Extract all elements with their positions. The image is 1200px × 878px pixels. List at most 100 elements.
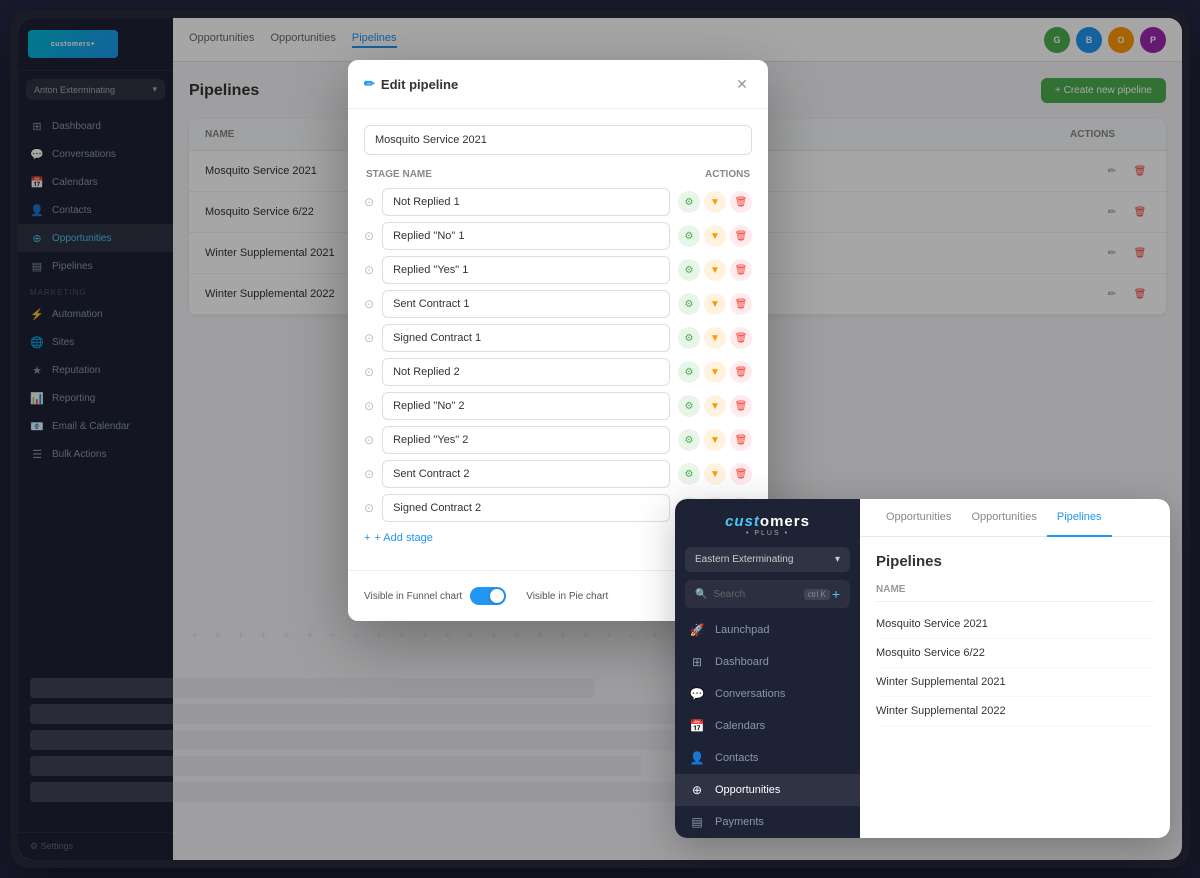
fg-tab-pipelines[interactable]: Pipelines bbox=[1047, 499, 1112, 537]
stage-action-btn-1[interactable]: ⚙ bbox=[678, 191, 700, 213]
stage-action-btn-7[interactable]: ⚙ bbox=[678, 395, 700, 417]
drag-handle-6[interactable]: ⊙ bbox=[364, 365, 374, 379]
funnel-toggle-group: Visible in Funnel chart bbox=[364, 587, 506, 605]
fg-sidebar-item-payments[interactable]: ▤ Payments bbox=[675, 806, 860, 838]
drag-handle-7[interactable]: ⊙ bbox=[364, 399, 374, 413]
fg-table-row-3: Winter Supplemental 2021 bbox=[876, 668, 1154, 697]
fg-table-row-2: Mosquito Service 6/22 bbox=[876, 639, 1154, 668]
stage-delete-btn-2[interactable]: 🗑 bbox=[730, 225, 752, 247]
stage-filter-btn-9[interactable]: ▼ bbox=[704, 463, 726, 485]
fg-dashboard-icon: ⊞ bbox=[689, 655, 705, 669]
funnel-toggle[interactable] bbox=[470, 587, 506, 605]
stage-action-btn-6[interactable]: ⚙ bbox=[678, 361, 700, 383]
modal-title: ✏ Edit pipeline bbox=[364, 76, 458, 92]
add-stage-label: + Add stage bbox=[374, 532, 432, 544]
stage-row-6: ⊙ ⚙ ▼ 🗑 bbox=[364, 358, 752, 386]
fg-sidebar-item-opportunities[interactable]: ⊕ Opportunities bbox=[675, 774, 860, 806]
stage-row-5: ⊙ ⚙ ▼ 🗑 bbox=[364, 324, 752, 352]
fg-sidebar-item-launchpad[interactable]: 🚀 Launchpad bbox=[675, 614, 860, 646]
fg-add-icon[interactable]: + bbox=[832, 586, 840, 602]
fg-panels: customers • PLUS • Eastern Exterminating… bbox=[675, 499, 1170, 838]
stage-filter-btn-5[interactable]: ▼ bbox=[704, 327, 726, 349]
stage-delete-btn-1[interactable]: 🗑 bbox=[730, 191, 752, 213]
outer-frame: customers+ Anton Exterminating ▾ ⊞ Dashb… bbox=[10, 10, 1190, 868]
stage-input-3[interactable] bbox=[382, 256, 670, 284]
drag-handle-1[interactable]: ⊙ bbox=[364, 195, 374, 209]
fg-label-opportunities: Opportunities bbox=[715, 784, 780, 796]
fg-sidebar-item-calendars[interactable]: 📅 Calendars bbox=[675, 710, 860, 742]
fg-label-calendars: Calendars bbox=[715, 720, 765, 732]
drag-handle-10[interactable]: ⊙ bbox=[364, 501, 374, 515]
stage-actions-1: ⚙ ▼ 🗑 bbox=[678, 191, 752, 213]
drag-handle-4[interactable]: ⊙ bbox=[364, 297, 374, 311]
stage-row-1: ⊙ ⚙ ▼ 🗑 bbox=[364, 188, 752, 216]
edit-icon: ✏ bbox=[364, 76, 375, 92]
stage-delete-btn-5[interactable]: 🗑 bbox=[730, 327, 752, 349]
stage-action-btn-4[interactable]: ⚙ bbox=[678, 293, 700, 315]
fg-contacts-icon: 👤 bbox=[689, 751, 705, 765]
stage-delete-btn-4[interactable]: 🗑 bbox=[730, 293, 752, 315]
stages-header: Stage name Actions bbox=[364, 169, 752, 180]
drag-handle-2[interactable]: ⊙ bbox=[364, 229, 374, 243]
stage-filter-btn-3[interactable]: ▼ bbox=[704, 259, 726, 281]
pipeline-name-input[interactable] bbox=[364, 125, 752, 155]
stage-delete-btn-9[interactable]: 🗑 bbox=[730, 463, 752, 485]
drag-handle-3[interactable]: ⊙ bbox=[364, 263, 374, 277]
stage-input-10[interactable] bbox=[382, 494, 670, 522]
pie-toggle-label: Visible in Pie chart bbox=[526, 591, 608, 602]
stage-filter-btn-2[interactable]: ▼ bbox=[704, 225, 726, 247]
drag-handle-9[interactable]: ⊙ bbox=[364, 467, 374, 481]
stage-row-8: ⊙ ⚙ ▼ 🗑 bbox=[364, 426, 752, 454]
fg-table-row-1: Mosquito Service 2021 bbox=[876, 610, 1154, 639]
fg-account-selector[interactable]: Eastern Exterminating ▾ bbox=[685, 547, 850, 572]
stage-action-btn-2[interactable]: ⚙ bbox=[678, 225, 700, 247]
stage-input-6[interactable] bbox=[382, 358, 670, 386]
fg-search-bar[interactable]: 🔍 Search ctrl K + bbox=[685, 580, 850, 608]
fg-opportunities-icon: ⊕ bbox=[689, 783, 705, 797]
stage-action-btn-5[interactable]: ⚙ bbox=[678, 327, 700, 349]
stage-filter-btn-1[interactable]: ▼ bbox=[704, 191, 726, 213]
stage-input-8[interactable] bbox=[382, 426, 670, 454]
stage-filter-btn-6[interactable]: ▼ bbox=[704, 361, 726, 383]
stage-delete-btn-8[interactable]: 🗑 bbox=[730, 429, 752, 451]
launchpad-icon: 🚀 bbox=[689, 623, 705, 637]
stage-delete-btn-3[interactable]: 🗑 bbox=[730, 259, 752, 281]
fg-chevron-icon: ▾ bbox=[835, 554, 840, 565]
stage-filter-btn-7[interactable]: ▼ bbox=[704, 395, 726, 417]
stage-actions-2: ⚙ ▼ 🗑 bbox=[678, 225, 752, 247]
fg-tab-opportunities2[interactable]: Opportunities bbox=[961, 499, 1046, 537]
stage-action-btn-3[interactable]: ⚙ bbox=[678, 259, 700, 281]
stage-input-9[interactable] bbox=[382, 460, 670, 488]
fg-tab-opportunities[interactable]: Opportunities bbox=[876, 499, 961, 537]
pie-toggle-group: Visible in Pie chart bbox=[526, 591, 608, 602]
fg-tabs: Opportunities Opportunities Pipelines bbox=[860, 499, 1170, 537]
stage-input-2[interactable] bbox=[382, 222, 670, 250]
modal-close-button[interactable]: ✕ bbox=[732, 74, 752, 94]
stage-action-btn-9[interactable]: ⚙ bbox=[678, 463, 700, 485]
stage-actions-9: ⚙ ▼ 🗑 bbox=[678, 463, 752, 485]
fg-sidebar-item-conversations[interactable]: 💬 Conversations bbox=[675, 678, 860, 710]
stage-input-7[interactable] bbox=[382, 392, 670, 420]
stage-input-5[interactable] bbox=[382, 324, 670, 352]
stage-delete-btn-7[interactable]: 🗑 bbox=[730, 395, 752, 417]
drag-handle-5[interactable]: ⊙ bbox=[364, 331, 374, 345]
stage-row-2: ⊙ ⚙ ▼ 🗑 bbox=[364, 222, 752, 250]
fg-sidebar-item-dashboard[interactable]: ⊞ Dashboard bbox=[675, 646, 860, 678]
funnel-toggle-label: Visible in Funnel chart bbox=[364, 591, 462, 602]
stage-input-1[interactable] bbox=[382, 188, 670, 216]
fg-sidebar-item-contacts[interactable]: 👤 Contacts bbox=[675, 742, 860, 774]
fg-search-text: Search bbox=[713, 589, 745, 600]
fg-payments-icon: ▤ bbox=[689, 815, 705, 829]
fg-label-conversations: Conversations bbox=[715, 688, 785, 700]
fg-label-contacts: Contacts bbox=[715, 752, 758, 764]
fg-table-header: Name bbox=[876, 584, 1154, 602]
fg-table-row-4: Winter Supplemental 2022 bbox=[876, 697, 1154, 726]
stage-filter-btn-4[interactable]: ▼ bbox=[704, 293, 726, 315]
drag-handle-8[interactable]: ⊙ bbox=[364, 433, 374, 447]
stage-row-4: ⊙ ⚙ ▼ 🗑 bbox=[364, 290, 752, 318]
stage-actions-3: ⚙ ▼ 🗑 bbox=[678, 259, 752, 281]
stage-delete-btn-6[interactable]: 🗑 bbox=[730, 361, 752, 383]
stage-filter-btn-8[interactable]: ▼ bbox=[704, 429, 726, 451]
stage-input-4[interactable] bbox=[382, 290, 670, 318]
stage-action-btn-8[interactable]: ⚙ bbox=[678, 429, 700, 451]
